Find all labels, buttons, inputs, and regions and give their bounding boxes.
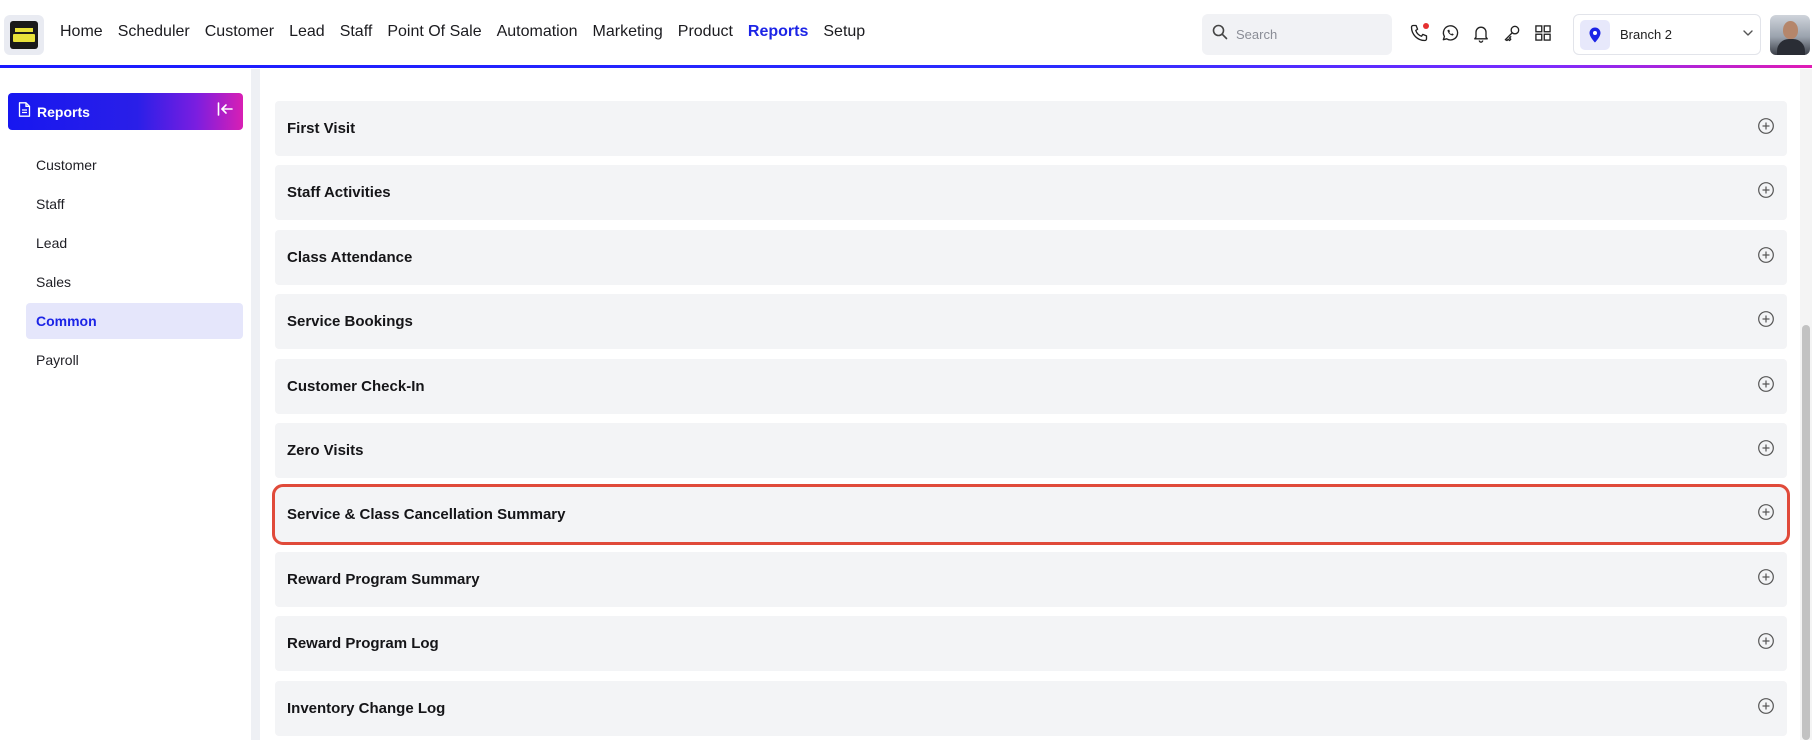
report-title: First Visit: [287, 120, 356, 137]
report-title: Service Bookings: [287, 313, 413, 331]
nav-item-staff[interactable]: Staff: [340, 23, 373, 41]
header-actions: [1408, 22, 1554, 44]
user-avatar[interactable]: [1770, 15, 1810, 55]
nav-item-home[interactable]: Home: [60, 23, 103, 41]
nav-item-product[interactable]: Product: [678, 23, 733, 41]
report-accordion-item[interactable]: Staff Activities: [275, 165, 1787, 221]
phone-icon[interactable]: [1408, 22, 1430, 44]
location-pin-icon: [1580, 19, 1610, 50]
nav-item-lead[interactable]: Lead: [289, 23, 325, 41]
apps-grid-icon[interactable]: [1532, 22, 1554, 44]
expand-plus-icon[interactable]: [1757, 181, 1775, 204]
report-title: Reward Program Log: [287, 635, 439, 653]
report-accordion-item[interactable]: Reward Program Summary: [275, 551, 1787, 607]
vertical-scrollbar[interactable]: [1800, 69, 1812, 740]
search-input[interactable]: [1236, 27, 1386, 42]
report-title: Customer Check-In: [287, 377, 425, 395]
expand-plus-icon[interactable]: [1757, 375, 1775, 398]
reports-panel: First Visit Staff Activities Class Atten…: [260, 69, 1800, 740]
expand-plus-icon[interactable]: [1757, 568, 1775, 591]
expand-plus-icon[interactable]: [1757, 439, 1775, 462]
sidebar: Reports Customer Staff Lead Sales Common…: [0, 69, 250, 740]
sidebar-title: Reports: [37, 103, 90, 120]
sidebar-item-sales[interactable]: Sales: [26, 264, 243, 300]
sidebar-item-payroll[interactable]: Payroll: [26, 342, 243, 378]
report-document-icon: [18, 101, 31, 122]
nav-item-marketing[interactable]: Marketing: [593, 23, 663, 41]
report-accordion-item[interactable]: Reward Program Log: [275, 616, 1787, 672]
report-accordion-item[interactable]: Customer Check-In: [275, 358, 1787, 414]
report-title: Service & Class Cancellation Summary: [287, 506, 566, 524]
top-navigation-bar: Home Scheduler Customer Lead Staff Point…: [0, 0, 1812, 68]
report-title: Inventory Change Log: [287, 699, 446, 717]
logo-mark: [10, 21, 38, 49]
expand-plus-icon[interactable]: [1757, 117, 1775, 140]
report-accordion-item[interactable]: First Visit: [275, 101, 1787, 156]
nav-item-scheduler[interactable]: Scheduler: [118, 23, 190, 41]
expand-plus-icon[interactable]: [1757, 503, 1775, 526]
branch-selector[interactable]: Branch 2: [1573, 14, 1761, 55]
sidebar-header: Reports: [8, 93, 243, 130]
report-accordion-list: First Visit Staff Activities Class Atten…: [272, 101, 1790, 740]
panel-divider: [251, 69, 260, 740]
report-title: Staff Activities: [287, 184, 391, 202]
report-title: Class Attendance: [287, 248, 413, 266]
report-accordion-item[interactable]: Service Bookings: [275, 294, 1787, 350]
bell-icon[interactable]: [1470, 22, 1492, 44]
expand-plus-icon[interactable]: [1757, 246, 1775, 269]
expand-plus-icon[interactable]: [1757, 697, 1775, 720]
collapse-sidebar-icon[interactable]: [217, 102, 233, 121]
notification-dot: [1423, 23, 1429, 29]
expand-plus-icon[interactable]: [1757, 632, 1775, 655]
whatsapp-icon[interactable]: [1439, 22, 1461, 44]
nav-item-customer[interactable]: Customer: [205, 23, 274, 41]
sidebar-menu: Customer Staff Lead Sales Common Payroll: [26, 147, 243, 381]
nav-item-point-of-sale[interactable]: Point Of Sale: [387, 23, 481, 41]
report-title: Zero Visits: [287, 441, 364, 459]
report-accordion-item[interactable]: Service & Class Cancellation Summary: [272, 484, 1790, 546]
search-box[interactable]: [1202, 14, 1392, 55]
search-icon: [1212, 24, 1228, 45]
sidebar-item-staff[interactable]: Staff: [26, 186, 243, 222]
report-accordion-item[interactable]: Class Attendance: [275, 229, 1787, 285]
chevron-down-icon: [1742, 26, 1754, 44]
app-logo[interactable]: [4, 15, 44, 55]
sidebar-item-common[interactable]: Common: [26, 303, 243, 339]
nav-item-reports[interactable]: Reports: [748, 23, 808, 41]
scrollbar-thumb[interactable]: [1802, 325, 1810, 740]
expand-plus-icon[interactable]: [1757, 310, 1775, 333]
nav-item-setup[interactable]: Setup: [823, 23, 865, 41]
sidebar-item-lead[interactable]: Lead: [26, 225, 243, 261]
key-icon[interactable]: [1501, 22, 1523, 44]
report-title: Reward Program Summary: [287, 570, 480, 588]
sidebar-item-customer[interactable]: Customer: [26, 147, 243, 183]
nav-item-automation[interactable]: Automation: [497, 23, 578, 41]
branch-label: Branch 2: [1620, 27, 1673, 42]
report-accordion-item[interactable]: Inventory Change Log: [275, 680, 1787, 736]
report-accordion-item[interactable]: Zero Visits: [275, 422, 1787, 478]
main-nav: Home Scheduler Customer Lead Staff Point…: [60, 23, 880, 41]
